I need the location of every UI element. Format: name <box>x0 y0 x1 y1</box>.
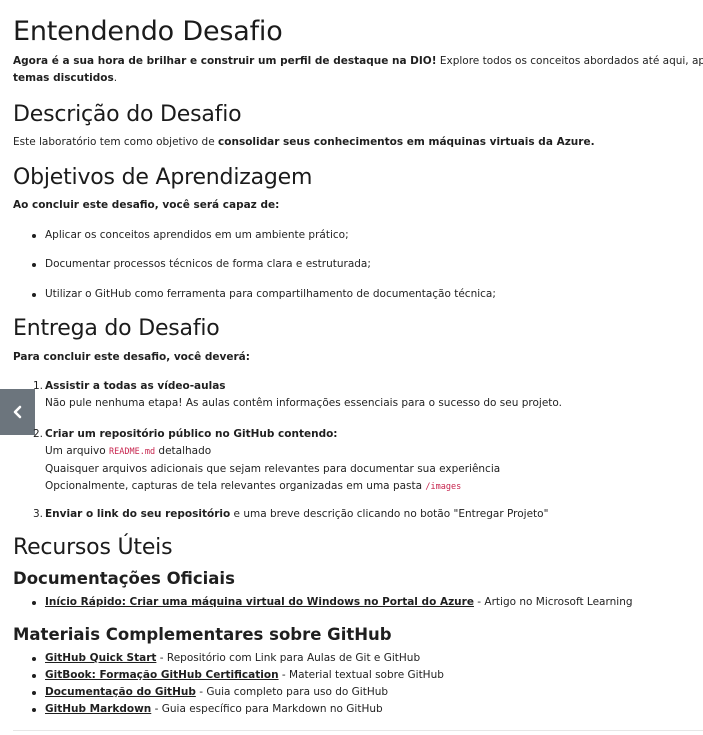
link-description: - Artigo no Microsoft Learning <box>473 596 633 608</box>
github-quick-start-link[interactable]: GitHub Quick Start <box>45 652 156 664</box>
step-1-text: Não pule nenhuma etapa! As aulas contêm … <box>45 397 562 409</box>
list-item: GitHub Markdown - Guia específico para M… <box>13 701 383 718</box>
gitbook-certification-link[interactable]: GitBook: Formação GitHub Certification <box>45 669 279 681</box>
collapse-sidebar-button[interactable] <box>0 389 35 435</box>
link-description: - Guia específico para Markdown no GitHu… <box>151 703 383 715</box>
github-markdown-link[interactable]: GitHub Markdown <box>45 703 151 715</box>
list-item: Utilizar o GitHub como ferramenta para c… <box>13 286 496 303</box>
step-3-title: Enviar o link do seu repositório <box>45 508 231 520</box>
step-2-line-2: Quaisquer arquivos adicionais que sejam … <box>45 463 501 475</box>
entrega-lead: Para concluir este desafio, você deverá: <box>13 349 250 366</box>
section-title-descricao: Descrição do Desafio <box>13 102 242 127</box>
images-folder-code: /images <box>425 482 462 492</box>
descricao-bold: consolidar seus conhecimentos em máquina… <box>218 136 595 148</box>
descricao-text: Este laboratório tem como objetivo de <box>13 136 219 148</box>
intro-paragraph: Agora é a sua hora de brilhar e construi… <box>13 53 703 87</box>
entrega-step-2: 2. Criar um repositório público no GitHu… <box>33 426 501 496</box>
intro-bold: Agora é a sua hora de brilhar e construi… <box>13 55 437 67</box>
list-item: Documentação do GitHub - Guia completo p… <box>13 684 388 701</box>
readme-code: README.md <box>109 447 156 457</box>
list-item: GitHub Quick Start - Repositório com Lin… <box>13 650 420 667</box>
intro-bold-2: temas discutidos <box>13 72 114 84</box>
list-item: Documentar processos técnicos de forma c… <box>13 256 371 273</box>
step-2-line-3: Opcionalmente, capturas de tela relevant… <box>45 478 500 496</box>
section-title-objetivos: Objetivos de Aprendizagem <box>13 165 313 190</box>
step-2-title: Criar um repositório público no GitHub c… <box>45 428 338 440</box>
link-description: - Guia completo para uso do GitHub <box>195 686 389 698</box>
step-2-line-1-b: detalhado <box>155 445 212 457</box>
objetivos-lead-text: Ao concluir este desafio, você será capa… <box>13 199 280 211</box>
step-1-title: Assistir a todas as vídeo-aulas <box>45 380 226 392</box>
entrega-step-1: 1. Assistir a todas as vídeo-aulas Não p… <box>33 378 562 412</box>
step-2-line-3-a: Opcionalmente, capturas de tela relevant… <box>45 480 426 492</box>
link-description: - Repositório com Link para Aulas de Git… <box>156 652 421 664</box>
list-item: GitBook: Formação GitHub Certification -… <box>13 667 444 684</box>
step-2-line-1-a: Um arquivo <box>45 445 110 457</box>
intro-end: . <box>113 72 118 84</box>
list-item: Início Rápido: Criar uma máquina virtual… <box>13 594 633 611</box>
step-3-text: e uma breve descrição clicando no botão … <box>230 508 549 520</box>
chevron-left-icon <box>13 405 21 419</box>
github-materials-title: Materiais Complementares sobre GitHub <box>13 625 392 644</box>
page-title: Entendendo Desafio <box>13 16 283 47</box>
docs-title: Documentações Oficiais <box>13 569 235 588</box>
list-item: Aplicar os conceitos aprendidos em um am… <box>13 227 349 244</box>
content-divider <box>13 730 703 731</box>
section-title-recursos: Recursos Úteis <box>13 535 173 560</box>
step-2-line-1: Um arquivo README.md detalhado <box>45 443 500 461</box>
github-docs-link[interactable]: Documentação do GitHub <box>45 686 196 698</box>
step-number: 3. <box>33 508 44 520</box>
step-number: 1. <box>33 380 44 392</box>
link-description: - Material textual sobre GitHub <box>278 669 444 681</box>
entrega-lead-text: Para concluir este desafio, você deverá: <box>13 351 250 363</box>
section-title-entrega: Entrega do Desafio <box>13 316 220 341</box>
azure-vm-quickstart-link[interactable]: Início Rápido: Criar uma máquina virtual… <box>45 596 474 608</box>
intro-text: Explore todos os conceitos abordados até… <box>439 55 703 67</box>
entrega-step-3: 3. Enviar o link do seu repositório e um… <box>33 506 549 523</box>
step-number: 2. <box>33 428 44 440</box>
descricao-paragraph: Este laboratório tem como objetivo de co… <box>13 134 595 151</box>
objetivos-lead: Ao concluir este desafio, você será capa… <box>13 197 279 214</box>
